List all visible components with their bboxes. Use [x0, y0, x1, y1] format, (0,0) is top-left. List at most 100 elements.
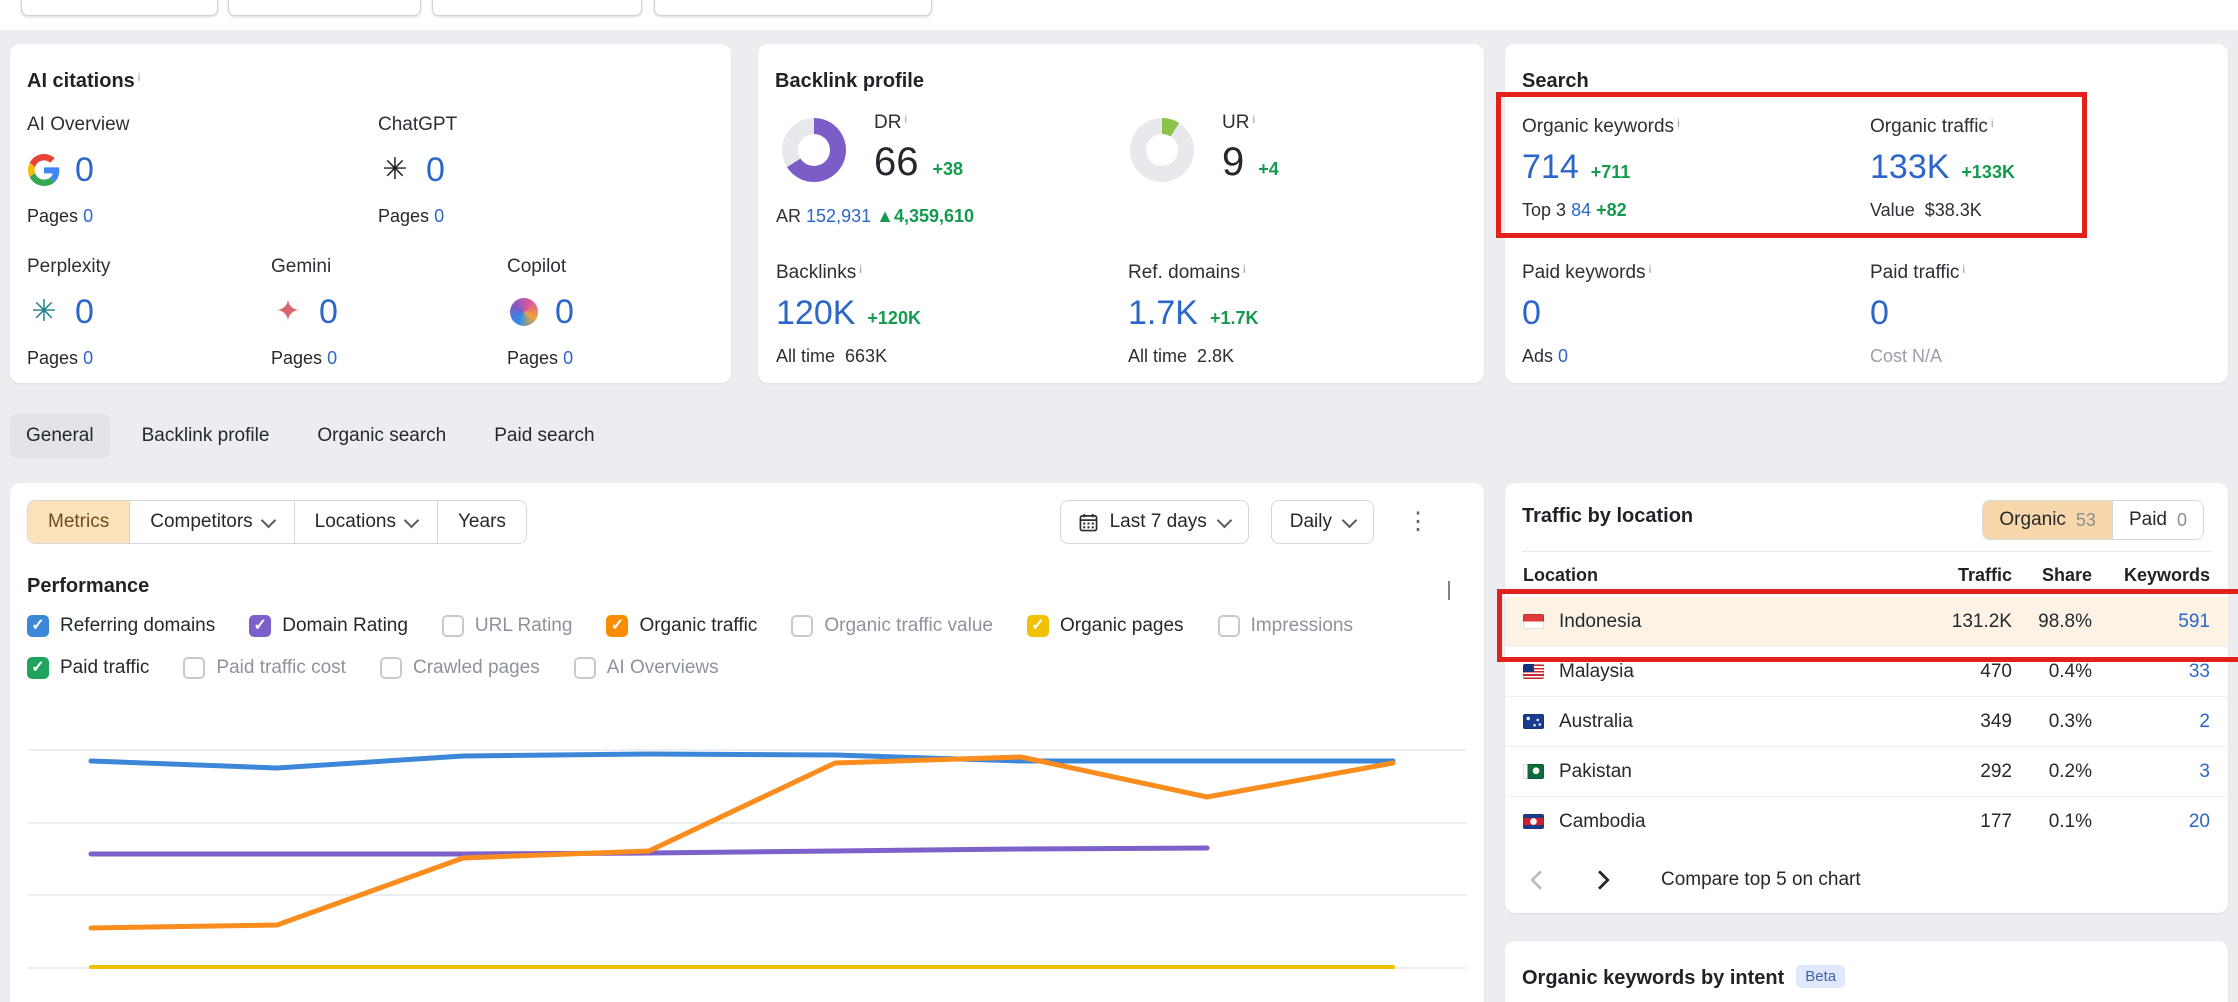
checkbox-impressions[interactable]: Impressions	[1218, 615, 1353, 637]
pages-row: Pages 0	[271, 348, 501, 369]
table-header: Location Traffic Share Keywords	[1505, 553, 2228, 597]
toolbar-box[interactable]	[228, 0, 421, 16]
table-row-cambodia[interactable]: Cambodia 177 0.1% 20	[1505, 796, 2228, 846]
keywords-link[interactable]: 2	[2092, 711, 2210, 733]
checkbox-domain-rating[interactable]: ✓Domain Rating	[249, 615, 408, 637]
paid-keywords-value-link[interactable]: 0	[1522, 294, 1541, 332]
top3-value-link[interactable]: 84	[1571, 200, 1591, 220]
info-icon[interactable]: i	[138, 70, 141, 84]
info-icon[interactable]: i	[1962, 262, 1965, 276]
calendar-icon	[1079, 513, 1098, 532]
checkbox-url-rating[interactable]: URL Rating	[442, 615, 573, 637]
chart-line-organic-traffic	[91, 757, 1393, 928]
locations-dropdown[interactable]: Locations	[294, 501, 437, 543]
ref-domains-value-link[interactable]: 1.7K	[1128, 296, 1198, 330]
tab-general[interactable]: General	[10, 414, 110, 458]
toolbar-box[interactable]	[432, 0, 642, 16]
ref-domains-alltime: All time 2.8K	[1128, 346, 1259, 367]
keywords-by-intent-card: Organic keywords by intentBeta	[1505, 941, 2228, 1002]
checkbox-organic-traffic[interactable]: ✓Organic traffic	[606, 615, 757, 637]
pages-row: Pages 0	[27, 206, 257, 227]
top3-row: Top 3 84 +82	[1522, 200, 1680, 221]
toggle-paid[interactable]: Paid0	[2112, 501, 2203, 539]
checkbox-paid-traffic[interactable]: ✓Paid traffic	[27, 657, 149, 679]
toolbar-box[interactable]	[654, 0, 932, 16]
keywords-link[interactable]: 591	[2092, 611, 2210, 633]
google-icon	[27, 153, 61, 187]
paid-traffic-value: 0	[1870, 294, 1889, 332]
date-range-dropdown[interactable]: Last 7 days	[1060, 500, 1249, 544]
more-options-kebab-icon[interactable]: ⋮	[1396, 504, 1440, 540]
chevron-down-icon	[1342, 512, 1358, 528]
keywords-link[interactable]: 20	[2092, 811, 2210, 833]
keywords-link[interactable]: 3	[2092, 761, 2210, 783]
pages-count-link[interactable]: 0	[563, 348, 573, 368]
ref-domains-block: Ref. domainsi 1.7K +1.7K All time 2.8K	[1128, 262, 1259, 367]
checkbox-crawled-pages[interactable]: Crawled pages	[380, 657, 540, 679]
table-row-pakistan[interactable]: Pakistan 292 0.2% 3	[1505, 746, 2228, 796]
traffic-value-row: Value $38.3K	[1870, 200, 2015, 221]
info-icon[interactable]: i	[1243, 262, 1246, 276]
pages-count-link[interactable]: 0	[327, 348, 337, 368]
checkbox-icon	[1218, 615, 1240, 637]
organic-keywords-block: Organic keywordsi 714 +711 Top 3 84 +82	[1522, 116, 1680, 221]
ai-citations-title: AI citationsi	[27, 70, 140, 93]
organic-traffic-value-link[interactable]: 133K	[1870, 150, 1949, 184]
checkbox-organic-traffic-value[interactable]: Organic traffic value	[791, 615, 993, 637]
checkbox-referring-domains[interactable]: ✓Referring domains	[27, 615, 215, 637]
table-row-australia[interactable]: Australia 349 0.3% 2	[1505, 696, 2228, 746]
collapse-chevron-icon[interactable]	[1448, 581, 1450, 599]
info-icon[interactable]: i	[904, 112, 907, 126]
table-row-malaysia[interactable]: Malaysia 470 0.4% 33	[1505, 646, 2228, 696]
years-button[interactable]: Years	[437, 501, 526, 543]
toolbar-box[interactable]	[21, 0, 218, 16]
info-icon[interactable]: i	[859, 262, 862, 276]
table-row-indonesia[interactable]: Indonesia 131.2K 98.8% 591	[1505, 597, 2228, 646]
page: AI citationsi AI Overview 0 Pages 0 Chat…	[0, 0, 2238, 1002]
checkbox-ai-overviews[interactable]: AI Overviews	[574, 657, 719, 679]
metric-checkboxes: ✓Referring domains ✓Domain Rating URL Ra…	[27, 615, 1457, 679]
tab-paid-search[interactable]: Paid search	[478, 414, 610, 458]
section-tabs: General Backlink profile Organic search …	[10, 414, 611, 458]
ai-item-label: AI Overview	[27, 114, 257, 136]
backlinks-value-link[interactable]: 120K	[776, 296, 855, 330]
keywords-link[interactable]: 33	[2092, 661, 2210, 683]
competitors-dropdown[interactable]: Competitors	[129, 501, 293, 543]
backlinks-alltime: All time 663K	[776, 346, 921, 367]
ar-value-link[interactable]: 152,931	[806, 206, 871, 226]
metrics-button[interactable]: Metrics	[28, 501, 129, 543]
ai-citations-count: 0	[75, 153, 94, 187]
prev-page-button[interactable]	[1523, 863, 1557, 897]
pages-count-link[interactable]: 0	[83, 348, 93, 368]
next-page-button[interactable]	[1583, 863, 1617, 897]
toggle-organic[interactable]: Organic53	[1983, 501, 2112, 539]
checkbox-paid-traffic-cost[interactable]: Paid traffic cost	[183, 657, 346, 679]
keywords-by-intent-title: Organic keywords by intentBeta	[1522, 965, 1845, 990]
search-card: Search Organic keywordsi 714 +711 Top 3 …	[1505, 44, 2228, 383]
chevron-right-icon	[1590, 870, 1610, 890]
organic-keywords-value-link[interactable]: 714	[1522, 150, 1579, 184]
ai-citations-count: 0	[426, 153, 445, 187]
chart-line-referring-domains	[91, 754, 1393, 768]
organic-traffic-block: Organic traffici 133K +133K Value $38.3K	[1870, 116, 2015, 221]
paid-traffic-block: Paid traffici 0 Cost N/A	[1870, 262, 1965, 367]
info-icon[interactable]: i	[1677, 116, 1680, 130]
backlinks-block: Backlinksi 120K +120K All time 663K	[776, 262, 921, 367]
pages-count-link[interactable]: 0	[434, 206, 444, 226]
info-icon[interactable]: i	[1649, 262, 1652, 276]
ai-citations-count: 0	[555, 295, 574, 329]
checkbox-icon	[791, 615, 813, 637]
chevron-down-icon	[404, 512, 420, 528]
info-icon[interactable]: i	[1991, 116, 1994, 130]
tab-organic-search[interactable]: Organic search	[301, 414, 462, 458]
flag-malaysia-icon	[1523, 664, 1544, 679]
ur-value: 9	[1222, 142, 1244, 182]
tab-backlink-profile[interactable]: Backlink profile	[126, 414, 286, 458]
performance-line-chart[interactable]	[10, 700, 1484, 1002]
pages-count-link[interactable]: 0	[83, 206, 93, 226]
granularity-dropdown[interactable]: Daily	[1271, 500, 1374, 544]
checkbox-organic-pages[interactable]: ✓Organic pages	[1027, 615, 1184, 637]
ads-value-link[interactable]: 0	[1558, 346, 1568, 366]
info-icon[interactable]: i	[1252, 112, 1255, 126]
dr-delta: +38	[933, 159, 964, 180]
